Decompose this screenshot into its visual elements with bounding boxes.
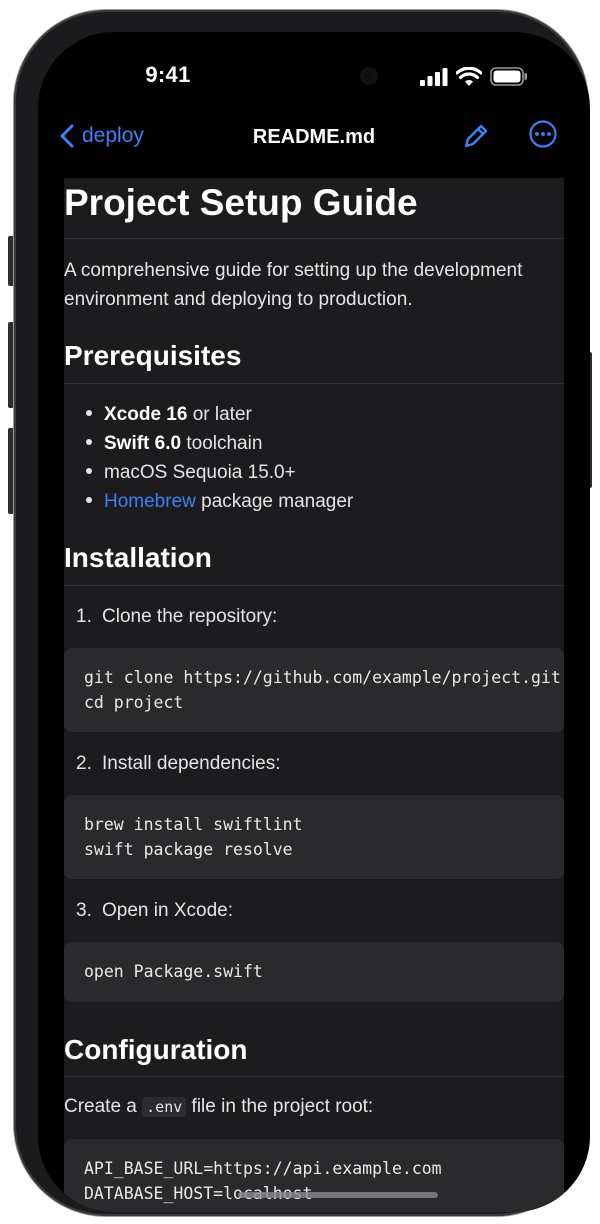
- step-2: 2. Install dependencies:: [76, 753, 281, 774]
- more-options-icon[interactable]: [528, 119, 558, 149]
- intro-line-2: environment and deploying to production.: [64, 289, 413, 310]
- list-item: macOS Sequoia 15.0+: [86, 462, 296, 484]
- navigation-bar: deploy README.md: [38, 110, 590, 170]
- bullet: [86, 467, 92, 474]
- code-block-env[interactable]: API_BASE_URL=https://api.example.com DAT…: [64, 1139, 564, 1212]
- divider: [64, 1076, 564, 1077]
- dynamic-island: [246, 60, 408, 108]
- inline-code: .env: [142, 1097, 187, 1117]
- divider: [64, 238, 564, 239]
- pencil-icon[interactable]: [462, 122, 490, 150]
- list-item: Swift 6.0 toolchain: [86, 433, 262, 455]
- step-3: 3. Open in Xcode:: [76, 900, 233, 921]
- heading-installation: Installation: [64, 542, 212, 573]
- bullet: [86, 496, 92, 503]
- homebrew-link[interactable]: Homebrew: [104, 491, 196, 512]
- battery-icon: [490, 67, 527, 86]
- document-title: Project Setup Guide: [64, 182, 418, 223]
- divider: [64, 383, 564, 384]
- configuration-text: Create a .env file in the project root:: [64, 1096, 374, 1117]
- divider: [64, 585, 564, 586]
- list-item: Homebrew package manager: [86, 491, 353, 513]
- screen: 9:41 deploy README.md Project Setup Guid…: [38, 32, 590, 1212]
- bullet: [86, 409, 92, 416]
- heading-configuration: Configuration: [64, 1034, 248, 1065]
- markdown-content[interactable]: Project Setup Guide A comprehensive guid…: [64, 178, 564, 1212]
- code-block-clone[interactable]: git clone https://github.com/example/pro…: [64, 648, 564, 732]
- cellular-signal-icon: [420, 67, 448, 86]
- heading-prerequisites: Prerequisites: [64, 340, 242, 371]
- status-time: 9:41: [145, 62, 191, 87]
- front-camera: [360, 67, 378, 85]
- intro-line-1: A comprehensive guide for setting up the…: [64, 260, 523, 281]
- list-item: Xcode 16 or later: [86, 404, 252, 426]
- wifi-icon: [456, 67, 482, 86]
- code-block-open[interactable]: open Package.swift: [64, 942, 564, 1002]
- nav-title: README.md: [252, 126, 376, 148]
- code-block-dependencies[interactable]: brew install swiftlint swift package res…: [64, 795, 564, 879]
- status-icons: [420, 67, 528, 86]
- phone-frame: 9:41 deploy README.md Project Setup Guid…: [14, 10, 590, 1216]
- step-1: 1. Clone the repository:: [76, 606, 278, 627]
- home-indicator[interactable]: [238, 1192, 438, 1198]
- bullet: [86, 438, 92, 445]
